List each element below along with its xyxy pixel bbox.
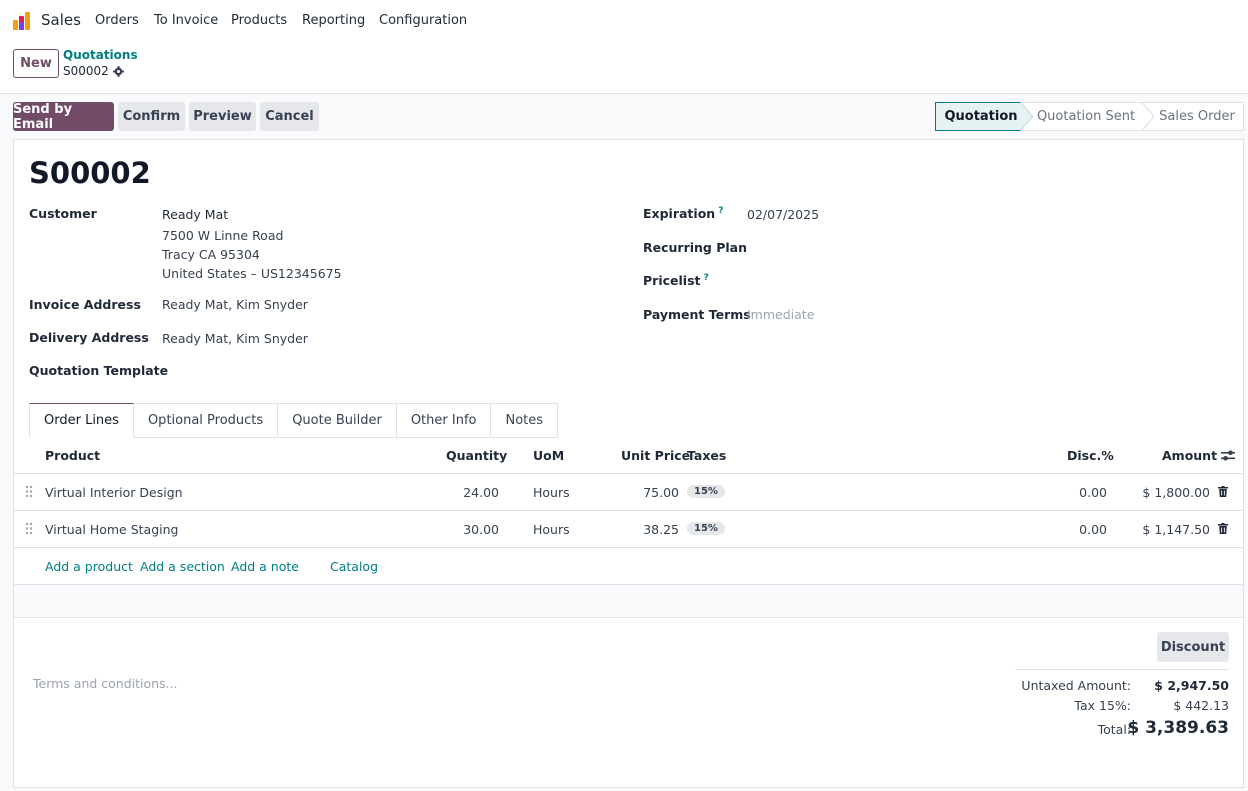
col-unit-price[interactable]: Unit Price [621, 448, 690, 463]
preview-button[interactable]: Preview [189, 102, 256, 131]
menu-to-invoice[interactable]: To Invoice [154, 13, 218, 28]
table-row[interactable]: Virtual Home Staging 30.00 Hours 38.25 1… [14, 511, 1243, 548]
tax-badge[interactable]: 15% [687, 522, 725, 535]
trash-icon[interactable] [1218, 523, 1228, 534]
customer-name[interactable]: Ready Mat [162, 207, 228, 222]
cancel-button[interactable]: Cancel [260, 102, 319, 131]
tax-label: Tax 15%: [1074, 698, 1131, 713]
cell-disc[interactable]: 0.00 [1054, 522, 1107, 537]
drag-handle-icon[interactable] [25, 522, 33, 535]
invoice-address-field[interactable]: Ready Mat, Kim Snyder [162, 297, 308, 312]
add-note-link[interactable]: Add a note [231, 559, 299, 574]
status-quotation[interactable]: Quotation [935, 102, 1027, 131]
cell-unit-price[interactable]: 75.00 [624, 485, 679, 500]
customer-city: Tracy CA 95304 [162, 247, 260, 262]
breadcrumb-quotations[interactable]: Quotations [63, 48, 138, 62]
customer-country: United States – US12345675 [162, 266, 342, 281]
confirm-button[interactable]: Confirm [118, 102, 185, 131]
delivery-address-field[interactable]: Ready Mat, Kim Snyder [162, 331, 308, 346]
menu-orders[interactable]: Orders [95, 13, 139, 28]
status-sales-order[interactable]: Sales Order [1150, 102, 1244, 131]
status-quotation-sent[interactable]: Quotation Sent [1031, 102, 1141, 131]
expiration-help-icon[interactable]: ? [718, 206, 723, 216]
cell-unit-price[interactable]: 38.25 [624, 522, 679, 537]
cell-disc[interactable]: 0.00 [1054, 485, 1107, 500]
recurring-plan-label: Recurring Plan [643, 240, 748, 255]
customer-label: Customer [29, 206, 97, 221]
col-uom[interactable]: UoM [533, 448, 564, 463]
form-sheet: S00002 Customer Ready Mat 7500 W Linne R… [13, 139, 1244, 788]
totals-divider [1015, 669, 1229, 670]
col-quantity[interactable]: Quantity [446, 448, 507, 463]
tax-badge[interactable]: 15% [687, 485, 725, 498]
quotation-template-label: Quotation Template [29, 363, 169, 378]
add-product-link[interactable]: Add a product [45, 559, 133, 574]
invoice-address-label: Invoice Address [29, 297, 141, 312]
expiration-label-text: Expiration [643, 206, 716, 221]
tab-quote-builder[interactable]: Quote Builder [278, 403, 397, 438]
drag-handle-icon[interactable] [25, 485, 33, 498]
payment-terms-field[interactable]: Immediate [747, 307, 814, 322]
delivery-address-label: Delivery Address [29, 330, 149, 345]
cell-product[interactable]: Virtual Home Staging [45, 522, 178, 537]
gear-icon[interactable] [112, 65, 124, 77]
menu-configuration[interactable]: Configuration [379, 13, 467, 28]
table-empty-footer [14, 585, 1243, 618]
cell-amount: $ 1,800.00 [1142, 485, 1210, 500]
cell-product[interactable]: Virtual Interior Design [45, 485, 183, 500]
terms-and-conditions-field[interactable]: Terms and conditions... [33, 676, 178, 691]
status-bar: Quotation Quotation Sent Sales Order [935, 102, 1244, 131]
tab-other-info[interactable]: Other Info [396, 403, 492, 438]
control-panel: New Quotations S00002 [0, 42, 1248, 94]
notebook-tabs: Order Lines Optional Products Quote Buil… [29, 403, 559, 438]
trash-icon[interactable] [1218, 486, 1228, 497]
breadcrumb-current: S00002 [63, 64, 124, 78]
table-row[interactable]: Virtual Interior Design 24.00 Hours 75.0… [14, 474, 1243, 511]
cell-uom[interactable]: Hours [533, 485, 570, 500]
discount-button[interactable]: Discount [1157, 632, 1229, 662]
pricelist-help-icon[interactable]: ? [703, 273, 708, 283]
expiration-field[interactable]: 02/07/2025 [747, 207, 819, 222]
page-title: S00002 [29, 156, 151, 190]
expiration-label: Expiration? [643, 206, 723, 221]
pricelist-label-text: Pricelist [643, 273, 701, 288]
sales-app-icon[interactable] [12, 11, 32, 31]
cell-quantity[interactable]: 24.00 [444, 485, 499, 500]
catalog-link[interactable]: Catalog [330, 559, 378, 574]
new-button[interactable]: New [13, 49, 59, 78]
total-value: $ 3,389.63 [1127, 718, 1229, 738]
total-label: Total: [1097, 722, 1131, 737]
col-amount[interactable]: Amount [1162, 448, 1217, 463]
add-section-link[interactable]: Add a section [140, 559, 225, 574]
cell-quantity[interactable]: 30.00 [444, 522, 499, 537]
customer-street: 7500 W Linne Road [162, 228, 284, 243]
add-line-row: Add a product Add a section Add a note C… [14, 548, 1243, 585]
untaxed-amount-label: Untaxed Amount: [1021, 678, 1131, 693]
cell-uom[interactable]: Hours [533, 522, 570, 537]
tab-optional-products[interactable]: Optional Products [133, 403, 279, 438]
column-settings-icon[interactable] [1221, 449, 1235, 462]
tax-value: $ 442.13 [1173, 698, 1229, 713]
breadcrumb-current-label: S00002 [63, 64, 109, 78]
menu-reporting[interactable]: Reporting [302, 13, 365, 28]
cell-amount: $ 1,147.50 [1142, 522, 1210, 537]
pricelist-label: Pricelist? [643, 273, 709, 288]
app-name[interactable]: Sales [41, 11, 81, 29]
untaxed-amount-value: $ 2,947.50 [1154, 678, 1229, 693]
col-disc[interactable]: Disc.% [1067, 448, 1114, 463]
col-taxes[interactable]: Taxes [687, 448, 726, 463]
payment-terms-label: Payment Terms [643, 307, 751, 322]
col-product[interactable]: Product [45, 448, 100, 463]
menu-products[interactable]: Products [231, 13, 287, 28]
tab-notes[interactable]: Notes [491, 403, 559, 438]
send-by-email-button[interactable]: Send by Email [13, 102, 114, 132]
tab-order-lines[interactable]: Order Lines [29, 403, 134, 438]
table-header: Product Quantity UoM Unit Price Taxes Di… [14, 438, 1243, 474]
top-navbar: Sales Orders To Invoice Products Reporti… [0, 0, 1248, 42]
